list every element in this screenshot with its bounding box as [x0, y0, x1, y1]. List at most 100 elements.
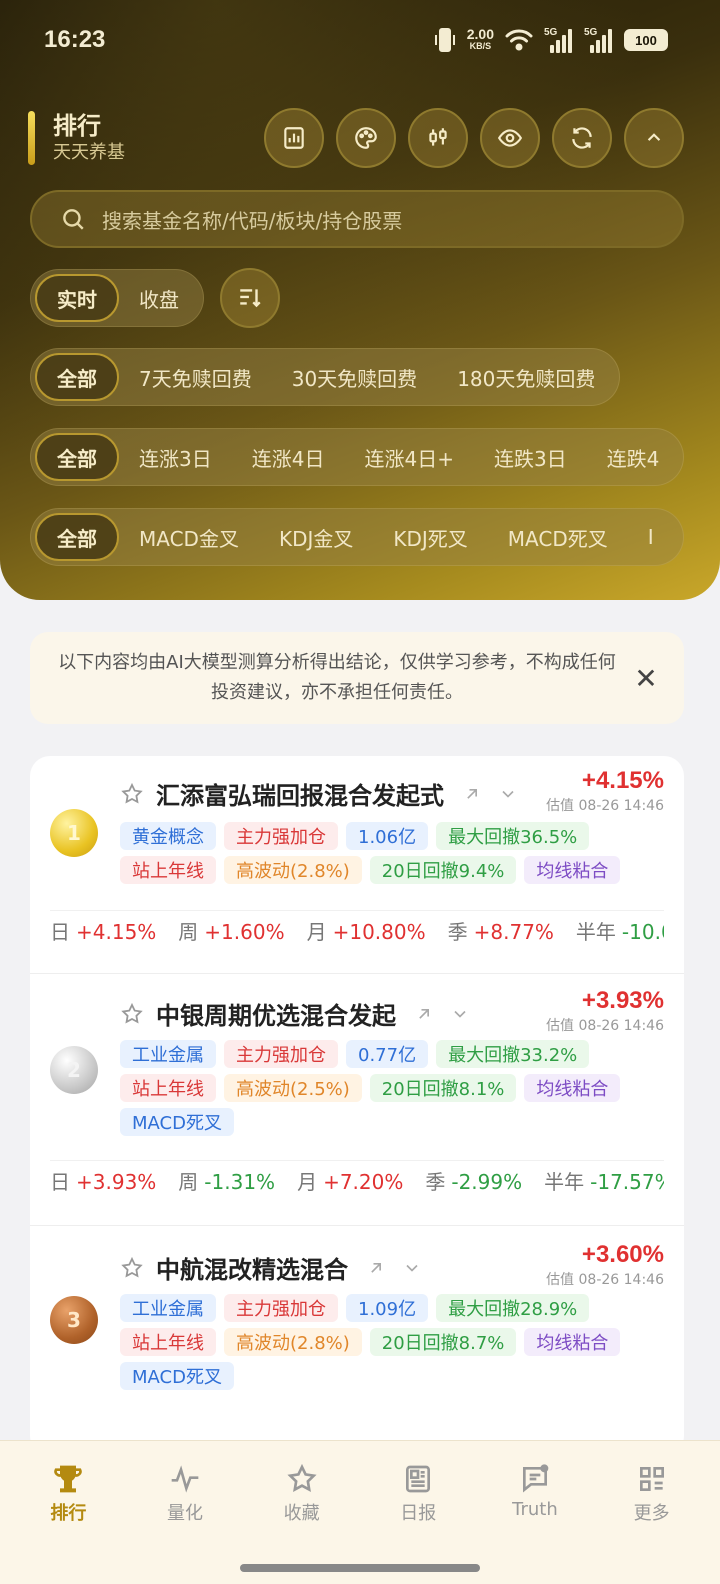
- report-button[interactable]: [264, 108, 324, 168]
- signal-filter-row: 全部 MACD金叉 KDJ金叉 KDJ死叉 MACD死叉 I: [30, 508, 684, 566]
- tab-more[interactable]: 更多: [602, 1463, 702, 1525]
- fund-card[interactable]: 2 中银周期优选混合发起 +3.93% 估值 08-26 14:46 工业金属 …: [30, 974, 684, 1226]
- arrow-up-right-icon[interactable]: [414, 1004, 434, 1024]
- fund-tag: 均线粘合: [524, 1328, 621, 1356]
- signal-filter-kdj-dead[interactable]: KDJ死叉: [373, 513, 487, 561]
- tab-label: 收藏: [283, 1503, 320, 1524]
- title-block: 排行 天天养基: [53, 111, 264, 165]
- fund-tag: 工业金属: [120, 1294, 216, 1322]
- net-speed-value: 2.00: [466, 26, 494, 42]
- tab-bar: 排行 量化 收藏 日报 Truth 更多: [0, 1440, 720, 1584]
- fund-tag: 高波动(2.8%): [224, 1328, 362, 1356]
- fund-estimate-time: 估值 08-26 14:46: [546, 1272, 664, 1288]
- fund-name[interactable]: 中银周期优选混合发起: [156, 996, 396, 1031]
- streak-filter-up3[interactable]: 连涨3日: [119, 433, 232, 481]
- fund-tag: 20日回撤9.4%: [369, 856, 517, 884]
- fund-name[interactable]: 汇添富弘瑞回报混合发起式: [156, 776, 444, 811]
- tab-label: Truth: [512, 1499, 558, 1520]
- streak-filter-up4[interactable]: 连涨4日: [232, 433, 345, 481]
- perf-item: 日 +4.15%: [50, 920, 157, 944]
- arrow-up-right-icon[interactable]: [462, 784, 482, 804]
- fund-change: +3.93%: [581, 987, 664, 1014]
- chevron-down-icon[interactable]: [498, 784, 518, 804]
- trophy-icon: [54, 1465, 83, 1493]
- streak-filter-down4[interactable]: 连跌4: [587, 433, 680, 481]
- tab-label: 日报: [400, 1503, 437, 1524]
- perf-item: 月 +10.80%: [306, 920, 426, 944]
- home-indicator[interactable]: [240, 1564, 480, 1572]
- fund-estimate-time: 估值 08-26 14:46: [546, 798, 664, 814]
- fund-card[interactable]: 1 汇添富弘瑞回报混合发起式 +4.15% 估值 08-26 14:46 黄金概…: [30, 756, 684, 974]
- signal-filter-macd-dead[interactable]: MACD死叉: [488, 513, 628, 561]
- close-icon[interactable]: ✕: [628, 662, 664, 695]
- mode-option-close[interactable]: 收盘: [119, 274, 199, 322]
- star-icon[interactable]: [120, 782, 144, 806]
- mode-option-realtime[interactable]: 实时: [35, 274, 119, 322]
- fund-change-block: +3.93% 估值 08-26 14:46: [546, 986, 664, 1036]
- refresh-button[interactable]: [552, 108, 612, 168]
- search-input[interactable]: 搜索基金名称/代码/板块/持仓股票: [30, 190, 684, 248]
- tab-label: 量化: [166, 1503, 203, 1524]
- theme-button[interactable]: [336, 108, 396, 168]
- perf-item: 周 -1.31%: [178, 1170, 276, 1194]
- fund-tag: 最大回撤33.2%: [436, 1040, 590, 1068]
- fund-tag: 站上年线: [120, 856, 216, 884]
- fund-tag: 20日回撤8.1%: [369, 1074, 517, 1102]
- perf-item: 日 +3.93%: [50, 1170, 157, 1194]
- fund-change-block: +3.60% 估值 08-26 14:46: [546, 1240, 664, 1290]
- arrow-up-right-icon[interactable]: [366, 1258, 386, 1278]
- signal-label-2: 5G: [584, 27, 598, 38]
- kline-button[interactable]: [408, 108, 468, 168]
- star-icon[interactable]: [120, 1256, 144, 1280]
- fee-filter-7d[interactable]: 7天免赎回费: [119, 353, 272, 401]
- fund-name[interactable]: 中航混改精选混合: [156, 1250, 348, 1285]
- collapse-button[interactable]: [624, 108, 684, 168]
- streak-filter-all[interactable]: 全部: [35, 433, 119, 481]
- signal-filter-more[interactable]: I: [628, 513, 674, 561]
- signal-icon-2: 5G: [584, 27, 614, 53]
- signal-filter-all[interactable]: 全部: [35, 513, 119, 561]
- fund-card[interactable]: 3 中航混改精选混合 +3.60% 估值 08-26 14:46 工业金属 主力…: [30, 1226, 684, 1456]
- rank-badge: 2: [50, 1046, 98, 1094]
- perf-item: 季 +8.77%: [447, 920, 554, 944]
- search-icon: [63, 209, 84, 230]
- tab-ranking[interactable]: 排行: [18, 1463, 118, 1525]
- net-speed: 2.00 KB/S: [466, 26, 494, 52]
- fund-tag: 最大回撤28.9%: [436, 1294, 590, 1322]
- chevron-down-icon[interactable]: [402, 1258, 422, 1278]
- signal-filter-kdj-golden[interactable]: KDJ金叉: [259, 513, 373, 561]
- fund-tag: 黄金概念: [120, 822, 216, 850]
- chevron-down-icon[interactable]: [450, 1004, 470, 1024]
- fund-tag: 1.06亿: [346, 822, 429, 850]
- tab-favorites[interactable]: 收藏: [252, 1463, 352, 1525]
- tab-daily[interactable]: 日报: [368, 1463, 468, 1525]
- title-row: 排行 天天养基: [28, 108, 684, 168]
- eye-icon: [497, 129, 523, 147]
- mode-toggle: 实时 收盘: [30, 269, 204, 327]
- streak-filter-down3[interactable]: 连跌3日: [474, 433, 587, 481]
- vibrate-icon: [434, 28, 455, 52]
- tab-truth[interactable]: Truth: [485, 1463, 585, 1525]
- wifi-icon: [505, 29, 533, 51]
- perf-item: 季 -2.99%: [425, 1170, 523, 1194]
- sort-button[interactable]: [220, 268, 280, 328]
- streak-filter-up4plus[interactable]: 连涨4日+: [344, 433, 473, 481]
- fee-filter-180d[interactable]: 180天免赎回费: [437, 353, 615, 401]
- chevron-up-icon: [647, 133, 661, 141]
- title-accent-bar: [28, 111, 35, 165]
- fee-filter-30d[interactable]: 30天免赎回费: [272, 353, 437, 401]
- fund-list: 1 汇添富弘瑞回报混合发起式 +4.15% 估值 08-26 14:46 黄金概…: [30, 756, 684, 1456]
- fund-tag: 最大回撤36.5%: [436, 822, 590, 850]
- tab-quant[interactable]: 量化: [135, 1463, 235, 1525]
- fund-tag: 均线粘合: [524, 856, 621, 884]
- signal-filter-macd-golden[interactable]: MACD金叉: [119, 513, 259, 561]
- fund-change: +4.15%: [581, 767, 664, 794]
- visibility-button[interactable]: [480, 108, 540, 168]
- streak-filter-row: 全部 连涨3日 连涨4日 连涨4日+ 连跌3日 连跌4: [30, 428, 684, 486]
- perf-item: 月 +7.20%: [297, 1170, 404, 1194]
- report-icon: [284, 127, 304, 149]
- star-icon[interactable]: [120, 1002, 144, 1026]
- fund-tag: 0.77亿: [346, 1040, 429, 1068]
- fee-filter-all[interactable]: 全部: [35, 353, 119, 401]
- fund-tag: 均线粘合: [524, 1074, 621, 1102]
